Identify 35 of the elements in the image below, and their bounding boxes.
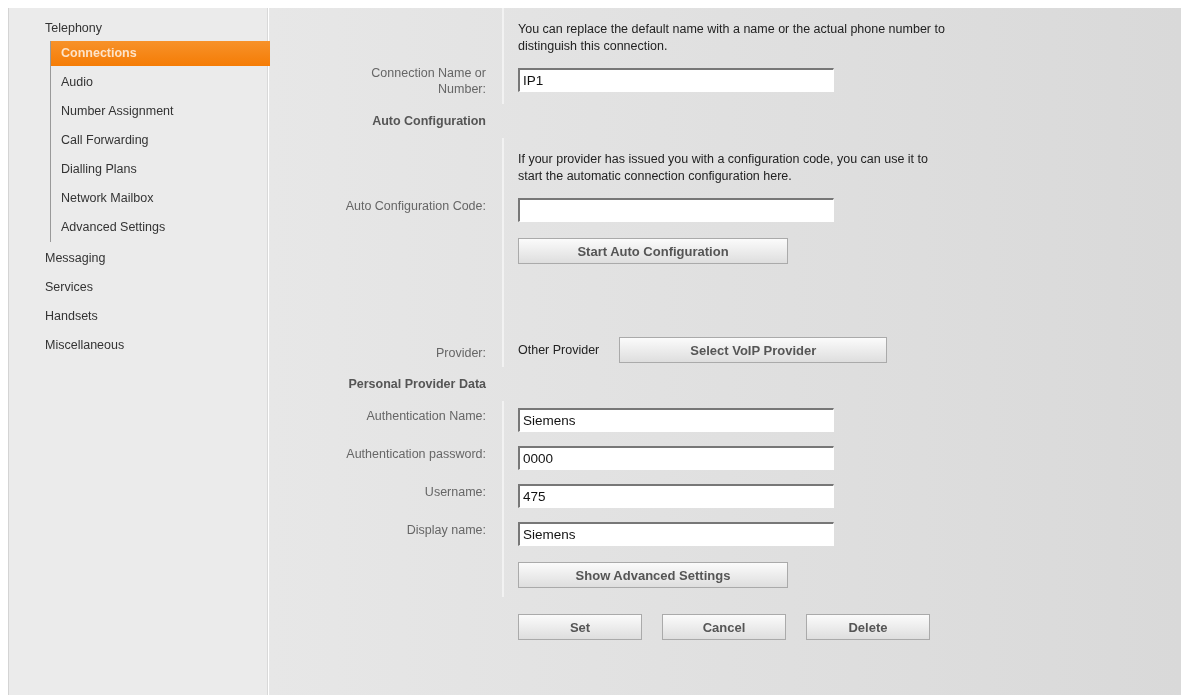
nav-subitem[interactable]: Call Forwarding — [51, 126, 270, 155]
field-label: Authentication password: — [346, 446, 486, 462]
input-field[interactable]: IP1 — [518, 68, 834, 92]
description-text: If your provider has issued you with a configuration code, you can use it to start the automatic connection configuration here. — [518, 151, 929, 185]
nav-subitem[interactable]: Number Assignment — [51, 97, 270, 126]
nav-subitem[interactable]: Audio — [51, 68, 270, 97]
input-field[interactable]: Siemens — [518, 522, 834, 546]
form-button[interactable]: Delete — [806, 614, 930, 640]
field-label: Connection Name or Number: — [370, 65, 486, 97]
input-field[interactable]: 0000 — [518, 446, 834, 470]
select-provider-button[interactable]: Select VoIP Provider — [619, 337, 888, 363]
nav-item[interactable]: Miscellaneous — [9, 331, 267, 360]
nav-item[interactable]: Handsets — [9, 302, 267, 331]
action-button[interactable]: Show Advanced Settings — [518, 562, 788, 588]
nav-item[interactable]: Messaging — [9, 244, 267, 273]
nav-item[interactable]: Telephony — [9, 14, 267, 43]
field-label: Auto Configuration Code: — [345, 198, 486, 214]
description-text: You can replace the default name with a name or the actual phone number to distinguish this connection. — [518, 21, 946, 55]
input-field[interactable]: 475 — [518, 484, 834, 508]
action-button[interactable]: Start Auto Configuration — [518, 238, 788, 264]
nav-subitem[interactable]: Network Mailbox — [51, 184, 270, 213]
section-title: Auto Configuration — [372, 114, 486, 128]
provider-name: Other Provider — [518, 343, 600, 357]
input-field[interactable] — [518, 198, 834, 222]
nav-item[interactable]: Services — [9, 273, 267, 302]
nav-subitem[interactable]: Advanced Settings — [51, 213, 270, 242]
field-label: Display name: — [406, 522, 486, 538]
field-label: Authentication Name: — [366, 408, 486, 424]
nav-subitem[interactable]: Dialling Plans — [51, 155, 270, 184]
field-label: Provider: — [435, 345, 486, 361]
field-label: Username: — [424, 484, 486, 500]
input-field[interactable]: Siemens — [518, 408, 834, 432]
section-title: Personal Provider Data — [348, 377, 486, 391]
form-button[interactable]: Set — [518, 614, 642, 640]
form-button[interactable]: Cancel — [662, 614, 786, 640]
